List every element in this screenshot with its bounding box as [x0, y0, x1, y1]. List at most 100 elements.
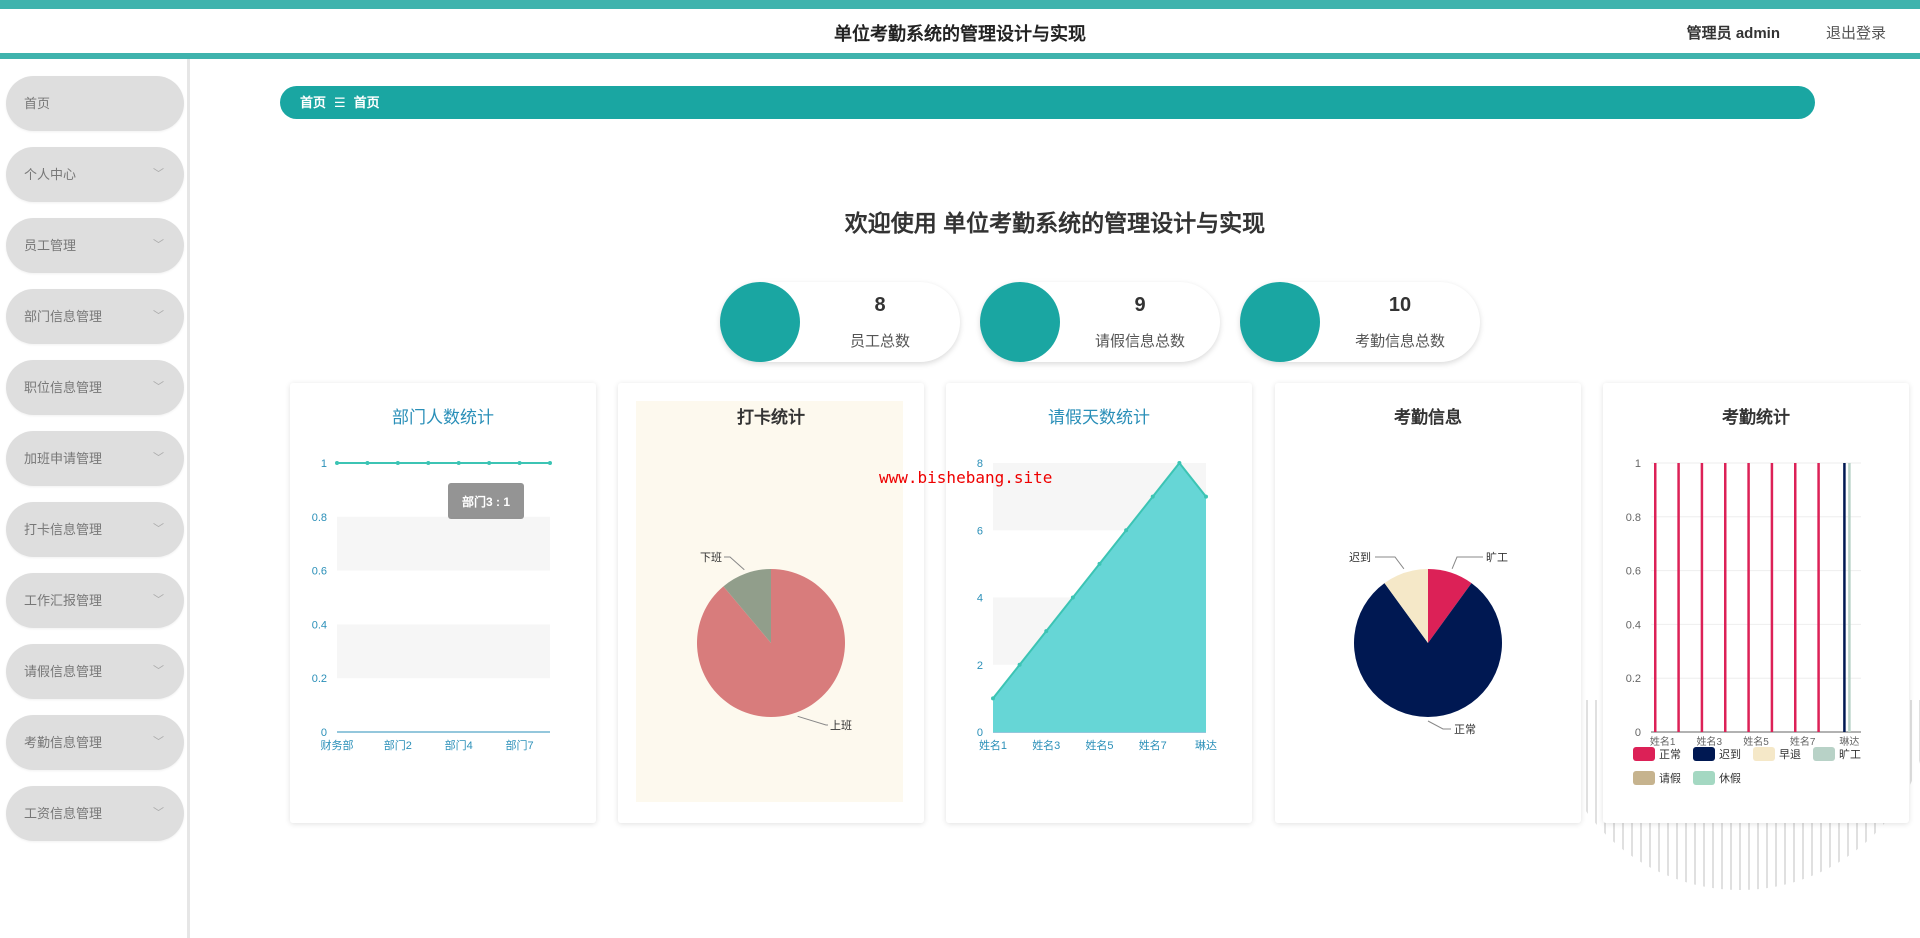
x-tick-label: 部门2 — [384, 738, 412, 752]
pie-label: 迟到 — [1349, 551, 1371, 564]
data-point — [335, 461, 339, 465]
tooltip-text: 部门3 : 1 — [462, 494, 510, 509]
x-tick-label: 姓名5 — [1085, 738, 1113, 752]
y-tick-label: 0 — [321, 727, 327, 739]
y-tick-label: 0.8 — [312, 512, 327, 524]
area-chart: 请假天数统计02468姓名1 姓名3 姓名5 姓名7 琳达 — [977, 408, 1217, 752]
sidebar-item-label: 首页 — [24, 96, 51, 111]
label-line — [1451, 556, 1483, 570]
sidebar-item[interactable]: 首页 — [6, 76, 184, 131]
sidebar-item[interactable]: 工作汇报管理 ﹀ — [6, 573, 184, 628]
sidebar-item[interactable]: 个人中心 ﹀ — [6, 147, 184, 202]
y-tick-label: 2 — [977, 660, 983, 672]
logout-link[interactable]: 退出登录 — [1826, 22, 1886, 43]
chevron-down-icon: ﹀ — [153, 736, 164, 748]
data-point — [1017, 662, 1022, 667]
sidebar-item[interactable]: 考勤信息管理 ﹀ — [6, 715, 184, 770]
chart-title: 打卡统计 — [737, 407, 805, 427]
chart-card-dept-count: 部门人数统计 0 0.2 0.4 0.6 0.8 1 财务部 部门2 部门4 部门7 部门3 : 1 — [290, 383, 596, 823]
x-tick-label: 财务部 — [321, 738, 354, 752]
chart-card-leave-days: 请假天数统计 0 2 4 6 8 姓名1 姓名3 姓名5 姓名7 琳达 — [946, 383, 1252, 823]
legend-swatch — [1633, 747, 1655, 761]
grid-stripe — [337, 624, 550, 679]
legend-label: 正常 — [1659, 748, 1681, 761]
data-point — [1124, 528, 1129, 533]
legend-swatch — [1633, 771, 1655, 785]
legend-label: 早退 — [1779, 748, 1801, 761]
stat-value: 8 — [874, 294, 886, 316]
bar — [1747, 463, 1750, 732]
stat-label: 考勤信息总数 — [1354, 333, 1445, 350]
sidebar-item[interactable]: 工资信息管理 ﹀ — [6, 786, 184, 841]
x-tick-label: 姓名7 — [1139, 738, 1167, 752]
pie-label: 旷工 — [1486, 550, 1508, 564]
chevron-down-icon: ﹀ — [153, 594, 164, 606]
legend-label: 休假 — [1719, 771, 1741, 785]
stat-icon — [1240, 282, 1320, 362]
data-point — [1150, 494, 1155, 499]
sidebar-item[interactable]: 打卡信息管理 ﹀ — [6, 502, 184, 557]
breadcrumb-separator-icon: ☰ — [334, 95, 346, 110]
chevron-down-icon: ﹀ — [153, 381, 164, 393]
data-point — [1097, 561, 1102, 566]
y-tick-label: 1 — [321, 458, 327, 470]
x-tick-label: 姓名1 — [979, 738, 1007, 752]
sidebar-item[interactable]: 加班申请管理 ﹀ — [6, 431, 184, 486]
bar — [1848, 463, 1851, 732]
pie-label: 正常 — [1454, 723, 1476, 736]
header-accent-bar — [0, 53, 1920, 59]
data-point — [395, 461, 400, 465]
y-tick-label: 4 — [977, 593, 983, 605]
data-point — [365, 461, 370, 465]
sidebar-item-label: 工作汇报管理 — [24, 593, 103, 608]
pie-chart: 打卡统计上班 下班 — [636, 401, 903, 802]
chart-title: 请假天数统计 — [1048, 408, 1150, 427]
chevron-down-icon: ﹀ — [153, 452, 164, 464]
legend-swatch — [1693, 771, 1715, 785]
chevron-down-icon: ﹀ — [153, 807, 164, 819]
data-point — [426, 461, 431, 465]
stat-label: 请假信息总数 — [1094, 333, 1185, 350]
data-point — [517, 461, 522, 465]
breadcrumb-root[interactable]: 首页 — [300, 95, 326, 110]
sidebar-item[interactable]: 员工管理 ﹀ — [6, 218, 184, 273]
chevron-down-icon: ﹀ — [153, 239, 164, 251]
bar-chart: 考勤统计 0 0.2 0.4 0.6 0.8 1 姓名1 姓名3 姓名5 姓名7 琳达正常 迟到 早退 旷工… — [1626, 407, 1861, 785]
legend-label: 请假 — [1659, 771, 1681, 785]
top-accent-bar — [0, 0, 1920, 9]
data-point — [548, 461, 552, 465]
stat-label: 员工总数 — [849, 333, 910, 350]
chart-title: 考勤统计 — [1721, 407, 1790, 427]
y-tick-label: 0.4 — [1626, 619, 1641, 631]
bar — [1700, 463, 1704, 732]
stat-card-attendance: 10 考勤信息总数 — [1240, 282, 1480, 362]
label-line — [1375, 556, 1405, 570]
sidebar: 首页 个人中心 ﹀ 员工管理 ﹀ 部门信息管理 ﹀ 职位信息管理 ﹀ 加班申请管理 ﹀ 打卡信息管理 ﹀… — [0, 59, 190, 938]
data-point — [1044, 629, 1049, 634]
bar — [1794, 463, 1797, 732]
breadcrumb-current: 首页 — [353, 95, 380, 110]
app-title: 单位考勤系统的管理设计与实现 — [834, 24, 1086, 44]
sidebar-item[interactable]: 职位信息管理 ﹀ — [6, 360, 184, 415]
chevron-down-icon: ﹀ — [153, 310, 164, 322]
y-tick-label: 0 — [977, 727, 983, 739]
y-tick-label: 0.8 — [1626, 512, 1641, 524]
y-tick-label: 0.2 — [312, 673, 327, 685]
data-point — [487, 461, 492, 465]
x-tick-label: 部门7 — [506, 738, 534, 752]
chevron-down-icon: ﹀ — [153, 523, 164, 535]
data-point — [456, 461, 461, 465]
pie-label: 下班 — [700, 551, 722, 564]
chevron-down-icon: ﹀ — [153, 168, 164, 180]
sidebar-item-label: 员工管理 — [24, 238, 77, 253]
sidebar-item-label: 打卡信息管理 — [24, 522, 103, 537]
sidebar-item[interactable]: 请假信息管理 ﹀ — [6, 644, 184, 699]
y-tick-label: 0.6 — [1626, 566, 1641, 578]
sidebar-item-label: 工资信息管理 — [24, 806, 103, 821]
legend-swatch — [1753, 747, 1775, 761]
stat-value: 9 — [1134, 294, 1146, 316]
pie-chart: 考勤信息旷工正常 迟到 — [1349, 407, 1508, 736]
sidebar-item-label: 部门信息管理 — [24, 309, 103, 324]
data-point — [1204, 494, 1208, 499]
sidebar-item[interactable]: 部门信息管理 ﹀ — [6, 289, 184, 344]
